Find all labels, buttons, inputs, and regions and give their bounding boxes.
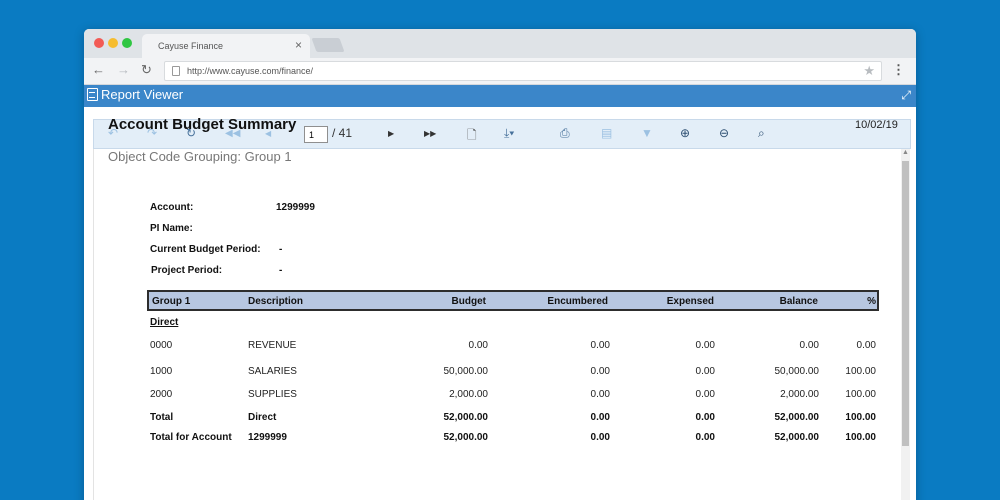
maximize-window-button[interactable] <box>122 38 132 48</box>
row-expensed: 0.00 <box>695 340 715 351</box>
col-group: Group 1 <box>152 296 191 307</box>
account-total-expensed: 0.00 <box>695 432 715 443</box>
report-viewer-header: Report Viewer ⤢ <box>84 85 916 107</box>
total-description: Direct <box>248 412 277 423</box>
viewer-body: ↶ ↷ ↻ ◀◀ ◀ / 41 ▶ ▶▶ 🗋 ⤓▾ ⎙ ▤ ▼ ⊕ ⊖ ⌕ ▲ <box>84 107 916 500</box>
minimize-window-button[interactable] <box>108 38 118 48</box>
row-code: 2000 <box>150 389 173 400</box>
row-encumbered: 0.00 <box>590 340 610 351</box>
account-total-description: 1299999 <box>248 432 287 443</box>
forward-arrow-icon[interactable]: → <box>117 62 130 77</box>
account-total-balance: 52,000.00 <box>774 432 820 443</box>
report-date: 10/02/19 <box>855 119 898 131</box>
pdf-document-icon <box>87 88 98 101</box>
total-balance: 52,000.00 <box>774 412 820 423</box>
address-bar: ← → ↻ http://www.cayuse.com/finance/ ★ ⋮ <box>84 58 916 85</box>
col-encumbered: Encumbered <box>547 296 608 307</box>
row-budget: 50,000.00 <box>443 366 489 377</box>
pi-name-label: PI Name: <box>150 223 193 234</box>
row-expensed: 0.00 <box>695 389 715 400</box>
tab-strip: Cayuse Finance × <box>84 29 916 58</box>
row-encumbered: 0.00 <box>590 366 610 377</box>
row-balance: 0.00 <box>799 340 819 351</box>
report-subtitle: Object Code Grouping: Group 1 <box>108 149 292 164</box>
project-period-value: - <box>279 265 283 276</box>
new-tab-button[interactable] <box>311 38 345 52</box>
col-expensed: Expensed <box>666 296 714 307</box>
report-title: Account Budget Summary <box>108 116 297 133</box>
account-label: Account: <box>150 202 194 213</box>
group-label: Direct <box>150 317 179 328</box>
bookmark-star-icon[interactable]: ★ <box>863 63 875 79</box>
row-balance: 50,000.00 <box>774 366 820 377</box>
tab-close-icon[interactable]: × <box>295 38 302 52</box>
report-content: Account Budget Summary 10/02/19 Object C… <box>84 107 916 500</box>
budget-period-value: - <box>279 244 283 255</box>
project-period-label: Project Period: <box>151 265 223 276</box>
row-budget: 0.00 <box>468 340 488 351</box>
row-encumbered: 0.00 <box>590 389 610 400</box>
budget-period-label: Current Budget Period: <box>150 244 261 255</box>
tab-title: Cayuse Finance <box>158 41 224 51</box>
total-label: Total <box>150 412 174 423</box>
browser-tab[interactable]: Cayuse Finance × <box>142 34 310 58</box>
row-expensed: 0.00 <box>695 366 715 377</box>
row-code: 1000 <box>150 366 173 377</box>
row-code: 0000 <box>150 340 173 351</box>
row-percent: 100.00 <box>845 389 876 400</box>
col-balance: Balance <box>779 296 818 307</box>
browser-menu-icon[interactable]: ⋮ <box>892 62 905 78</box>
viewer-title: Report Viewer <box>101 87 184 102</box>
row-percent: 100.00 <box>845 366 876 377</box>
total-encumbered: 0.00 <box>590 412 610 423</box>
col-description: Description <box>248 296 304 307</box>
account-total-encumbered: 0.00 <box>590 432 610 443</box>
url-input[interactable]: http://www.cayuse.com/finance/ ★ <box>164 61 882 81</box>
expand-icon[interactable]: ⤢ <box>901 88 911 103</box>
total-expensed: 0.00 <box>695 412 715 423</box>
close-window-button[interactable] <box>94 38 104 48</box>
col-budget: Budget <box>451 296 486 307</box>
row-description: SUPPLIES <box>248 389 297 400</box>
back-arrow-icon[interactable]: ← <box>92 62 105 77</box>
row-balance: 2,000.00 <box>780 389 819 400</box>
row-description: SALARIES <box>248 366 297 377</box>
browser-window: Cayuse Finance × ← → ↻ http://www.cayuse… <box>84 29 916 500</box>
total-percent: 100.00 <box>845 412 876 423</box>
row-description: REVENUE <box>248 340 297 351</box>
account-value: 1299999 <box>276 202 315 213</box>
account-total-label: Total for Account <box>150 432 232 443</box>
total-budget: 52,000.00 <box>443 412 489 423</box>
account-total-budget: 52,000.00 <box>443 432 489 443</box>
page-icon <box>172 66 180 76</box>
account-total-percent: 100.00 <box>845 432 876 443</box>
row-budget: 2,000.00 <box>449 389 488 400</box>
col-percent: % <box>867 296 876 307</box>
table-header: Group 1 Description Budget Encumbered Ex… <box>147 290 879 311</box>
row-percent: 0.00 <box>856 340 876 351</box>
url-text: http://www.cayuse.com/finance/ <box>187 66 314 76</box>
reload-icon[interactable]: ↻ <box>141 62 152 78</box>
